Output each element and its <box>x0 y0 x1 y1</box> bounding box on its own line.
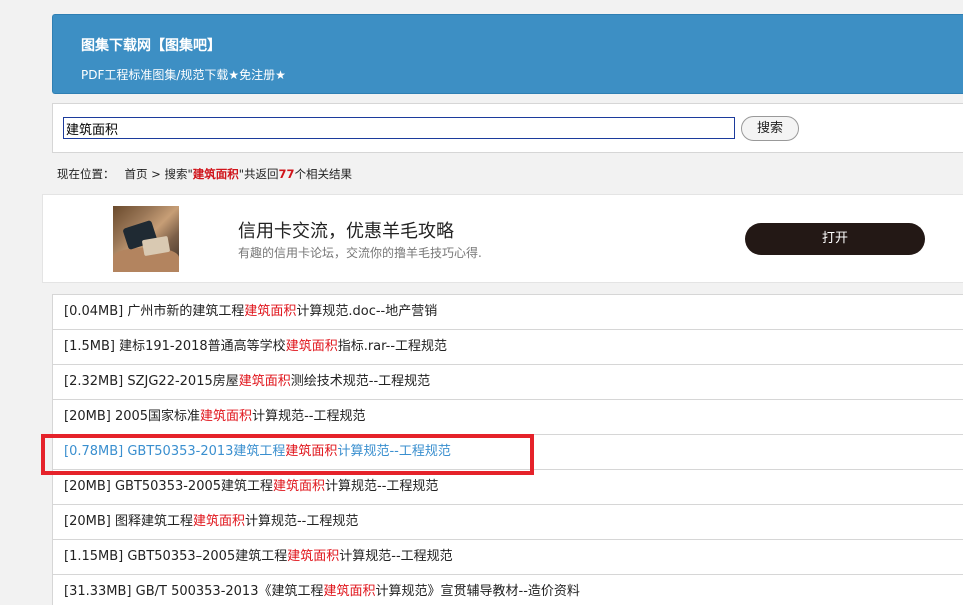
result-text-after: 计算规范--工程规范 <box>252 409 366 424</box>
result-keyword: 建筑面积 <box>192 514 245 529</box>
result-link[interactable]: [0.78MB] GBT50353-2013建筑工程建筑面积计算规范--工程规范 <box>64 444 451 459</box>
result-text-before: [0.04MB] 广州市新的建筑工程 <box>64 304 245 319</box>
breadcrumb-separator: > <box>151 167 161 181</box>
result-text-before: [1.15MB] GBT50353–2005建筑工程 <box>64 549 288 564</box>
result-text-after: 计算规范--工程规范 <box>337 444 451 459</box>
result-keyword: 建筑面积 <box>285 444 338 459</box>
result-link[interactable]: [20MB] 图释建筑工程建筑面积计算规范--工程规范 <box>64 514 358 529</box>
result-keyword: 建筑面积 <box>285 339 338 354</box>
result-text-before: [31.33MB] GB/T 500353-2013《建筑工程 <box>64 584 324 599</box>
site-subtitle: PDF工程标准图集/规范下载★免注册★ <box>81 68 286 82</box>
result-link[interactable]: [2.32MB] SZJG22-2015房屋建筑面积测绘技术规范--工程规范 <box>64 374 430 389</box>
result-list: [0.04MB] 广州市新的建筑工程建筑面积计算规范.doc--地产营销 [1.5… <box>52 294 963 605</box>
result-link[interactable]: [20MB] 2005国家标准建筑面积计算规范--工程规范 <box>64 409 365 424</box>
breadcrumb: 现在位置： 首页 > 搜索"建筑面积"共返回77个相关结果 <box>57 166 352 182</box>
breadcrumb-search-prefix: 搜索" <box>164 167 193 181</box>
result-text-after: 计算规范--工程规范 <box>325 479 439 494</box>
result-row: [1.15MB] GBT50353–2005建筑工程建筑面积计算规范--工程规范 <box>52 540 963 575</box>
result-text-after: 计算规范--工程规范 <box>244 514 359 529</box>
result-text-after: 计算规范--工程规范 <box>339 549 453 564</box>
result-link[interactable]: [1.15MB] GBT50353–2005建筑工程建筑面积计算规范--工程规范 <box>64 549 453 564</box>
result-text-after: 测绘技术规范--工程规范 <box>290 374 431 389</box>
result-keyword: 建筑面积 <box>200 409 253 424</box>
result-text-before: [20MB] GBT50353-2005建筑工程 <box>64 479 274 494</box>
result-keyword: 建筑面积 <box>323 584 376 599</box>
search-button[interactable]: 搜索 <box>741 116 799 141</box>
result-keyword: 建筑面积 <box>287 549 340 564</box>
result-keyword: 建筑面积 <box>273 479 326 494</box>
ad-description: 有趣的信用卡论坛，交流你的撸羊毛技巧心得. <box>238 246 482 260</box>
breadcrumb-home-link[interactable]: 首页 <box>125 167 148 181</box>
result-row: [20MB] 2005国家标准建筑面积计算规范--工程规范 <box>52 400 963 435</box>
breadcrumb-search-suffix: "共返回 <box>238 167 279 181</box>
result-row: [2.32MB] SZJG22-2015房屋建筑面积测绘技术规范--工程规范 <box>52 365 963 400</box>
breadcrumb-results-suffix: 个相关结果 <box>294 167 353 181</box>
result-text-before: [2.32MB] SZJG22-2015房屋 <box>64 374 239 389</box>
result-row: [0.04MB] 广州市新的建筑工程建筑面积计算规范.doc--地产营销 <box>52 295 963 330</box>
result-text-after: 指标.rar--工程规范 <box>337 339 448 354</box>
result-text-after: 计算规范.doc--地产营销 <box>296 304 438 319</box>
result-keyword: 建筑面积 <box>244 304 297 319</box>
search-input[interactable] <box>63 117 735 139</box>
result-count: 77 <box>278 167 295 181</box>
result-link[interactable]: [20MB] GBT50353-2005建筑工程建筑面积计算规范--工程规范 <box>64 479 438 494</box>
result-link[interactable]: [0.04MB] 广州市新的建筑工程建筑面积计算规范.doc--地产营销 <box>64 304 437 319</box>
result-text-before: [20MB] 2005国家标准 <box>64 409 201 424</box>
result-row: [0.78MB] GBT50353-2013建筑工程建筑面积计算规范--工程规范 <box>52 435 963 470</box>
breadcrumb-keyword: 建筑面积 <box>192 167 239 181</box>
result-keyword: 建筑面积 <box>238 374 291 389</box>
result-text-before: [20MB] 图释建筑工程 <box>64 514 193 529</box>
result-text-before: [1.5MB] 建标191-2018普通高等学校 <box>64 339 286 354</box>
search-bar: 搜索 <box>52 103 963 153</box>
ad-title[interactable]: 信用卡交流，优惠羊毛攻略 <box>238 217 454 243</box>
result-row: [20MB] GBT50353-2005建筑工程建筑面积计算规范--工程规范 <box>52 470 963 505</box>
result-row: [1.5MB] 建标191-2018普通高等学校建筑面积指标.rar--工程规范 <box>52 330 963 365</box>
ad-open-button[interactable]: 打开 <box>745 223 925 255</box>
site-title[interactable]: 图集下载网【图集吧】 <box>81 35 221 55</box>
result-row: [31.33MB] GB/T 500353-2013《建筑工程建筑面积计算规范》… <box>52 575 963 605</box>
result-link[interactable]: [31.33MB] GB/T 500353-2013《建筑工程建筑面积计算规范》… <box>64 584 580 599</box>
site-header: 图集下载网【图集吧】 PDF工程标准图集/规范下载★免注册★ <box>52 14 963 94</box>
result-link[interactable]: [1.5MB] 建标191-2018普通高等学校建筑面积指标.rar--工程规范 <box>64 339 447 354</box>
result-text-before: [0.78MB] GBT50353-2013建筑工程 <box>64 444 286 459</box>
credit-card-photo[interactable] <box>113 206 179 272</box>
breadcrumb-label: 现在位置： <box>57 167 115 181</box>
ad-banner[interactable]: 信用卡交流，优惠羊毛攻略 有趣的信用卡论坛，交流你的撸羊毛技巧心得. 打开 <box>42 194 963 283</box>
result-row: [20MB] 图释建筑工程建筑面积计算规范--工程规范 <box>52 505 963 540</box>
result-text-after: 计算规范》宣贯辅导教材--造价资料 <box>375 584 580 599</box>
